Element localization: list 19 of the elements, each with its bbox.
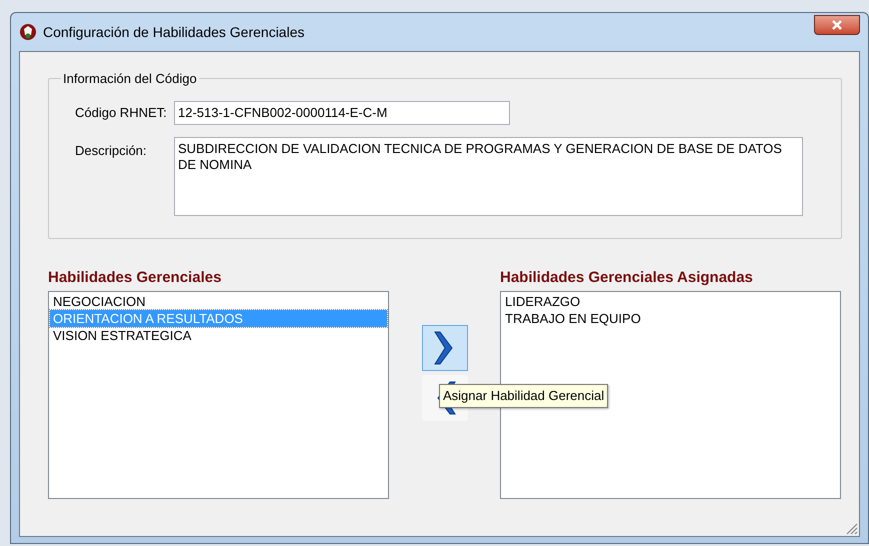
available-list-title: Habilidades Gerenciales	[48, 268, 222, 288]
assigned-list-title: Habilidades Gerenciales Asignadas	[500, 268, 754, 288]
close-icon	[831, 20, 843, 30]
code-field[interactable]: 12-513-1-CFNB002-0000114-E-C-M	[174, 100, 510, 124]
close-button[interactable]	[814, 15, 860, 35]
window-title: Configuración de Habilidades Gerenciales	[43, 22, 304, 42]
description-label: Descripción:	[74, 142, 148, 160]
list-item[interactable]: LIDERAZGO	[502, 293, 839, 310]
list-item[interactable]: NEGOCIACION	[50, 293, 387, 310]
group-title: Información del Código	[62, 70, 198, 88]
available-list[interactable]: NEGOCIACION ORIENTACION A RESULTADOS VISION ESTRATEGICA	[48, 291, 389, 499]
description-field[interactable]: SUBDIRECCION DE VALIDACION TECNICA DE PROGRAMAS Y GENERACION DE BASE DE DATOS DE NOMINA	[174, 136, 803, 216]
resize-grip-icon	[844, 521, 858, 535]
assign-button[interactable]	[422, 325, 468, 371]
app-icon	[19, 23, 37, 41]
code-label: Código RHNET:	[74, 104, 168, 122]
list-item[interactable]: TRABAJO EN EQUIPO	[502, 310, 839, 327]
list-item[interactable]: VISION ESTRATEGICA	[50, 327, 387, 344]
tooltip: Asignar Habilidad Gerencial	[439, 384, 608, 408]
